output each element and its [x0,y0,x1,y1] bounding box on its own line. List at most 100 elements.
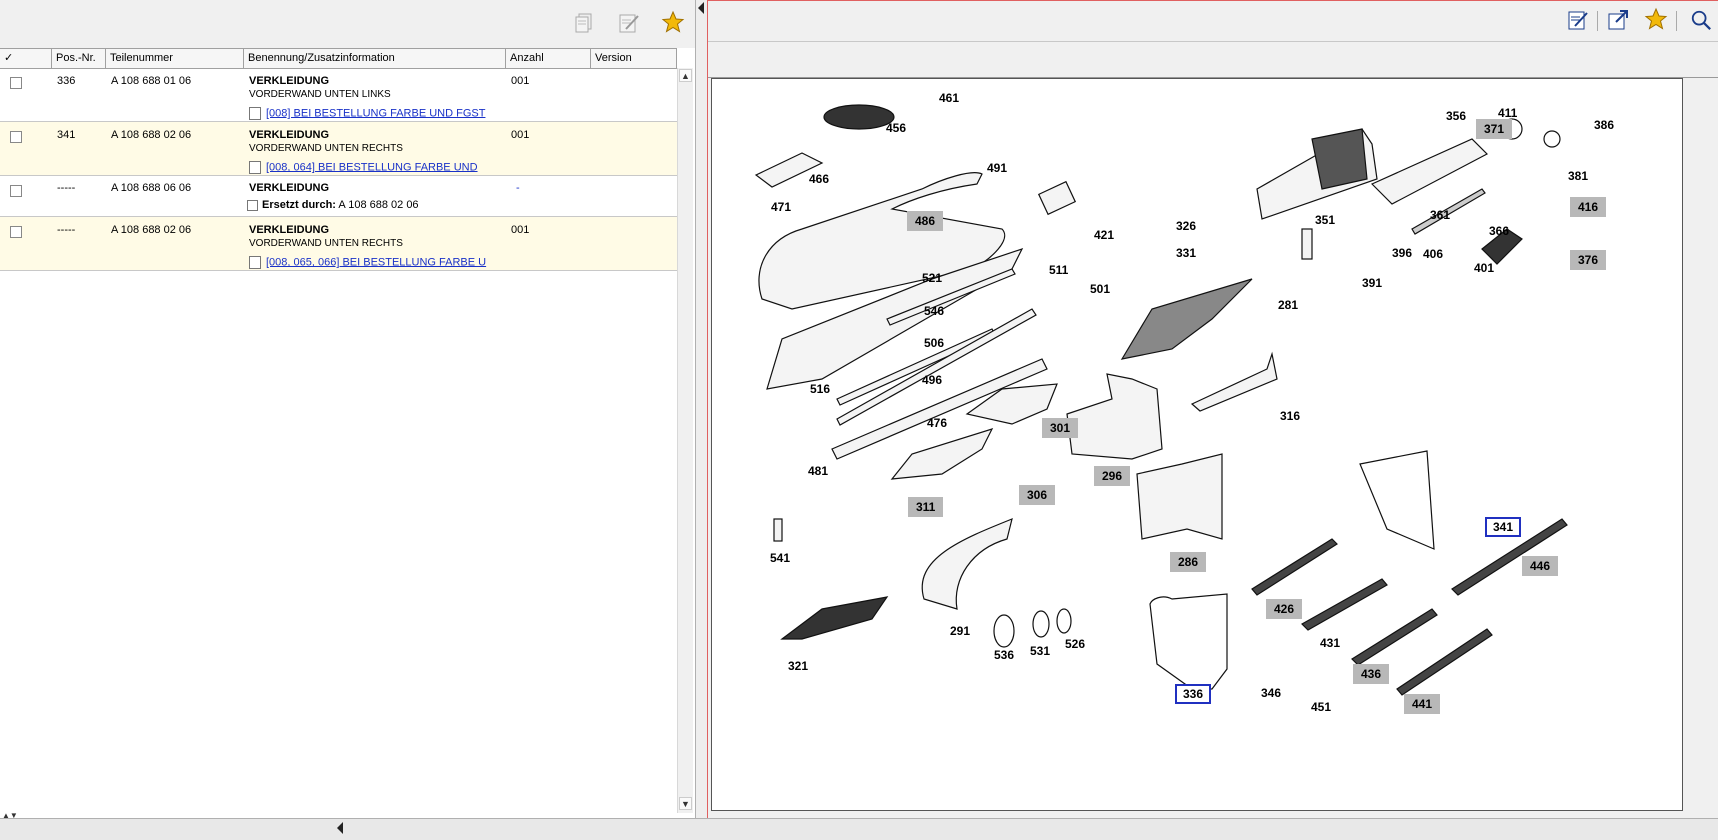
pos-number: 341 [57,129,76,141]
pos-label[interactable]: 476 [927,416,947,430]
table-row[interactable]: 336 A 108 688 01 06 VERKLEIDUNG VORDERWA… [0,68,677,122]
expand-window-button[interactable] [1605,7,1631,33]
table-row[interactable]: ----- A 108 688 06 06 VERKLEIDUNG Ersetz… [0,176,677,217]
pos-label[interactable]: 491 [987,161,1007,175]
note-link[interactable]: [008, 065, 066] BEI BESTELLUNG FARBE U [266,256,486,268]
row-checkbox[interactable] [10,77,22,89]
pos-label[interactable]: 401 [1474,261,1494,275]
pos-label[interactable]: 281 [1278,298,1298,312]
pos-label-highlighted[interactable]: 306 [1019,485,1056,505]
pos-label[interactable]: 326 [1176,219,1196,233]
pos-label-highlighted[interactable]: 416 [1570,197,1607,217]
parts-list-toolbar [0,0,695,48]
pos-label[interactable]: 396 [1392,246,1412,260]
pos-label[interactable]: 466 [809,172,829,186]
drawing-subbar [708,41,1718,78]
pos-label[interactable]: 526 [1065,637,1085,651]
copy-button[interactable] [572,10,598,36]
row-checkbox[interactable] [10,226,22,238]
edit-note-button[interactable] [616,10,642,36]
pos-label-highlighted[interactable]: 371 [1476,119,1513,139]
scroll-up-arrow[interactable]: ▲ [679,69,692,82]
pos-label-highlighted[interactable]: 301 [1042,418,1079,438]
pos-label[interactable]: 516 [810,382,830,396]
pos-label[interactable]: 461 [939,91,959,105]
pos-label-highlighted[interactable]: 436 [1353,664,1390,684]
header-pos[interactable]: Pos.-Nr. [52,49,106,68]
collapse-arrow-icon[interactable] [698,2,704,14]
header-version[interactable]: Version [591,49,677,68]
pos-label-highlighted[interactable]: 286 [1170,552,1207,572]
pos-label-highlighted[interactable]: 311 [908,497,944,517]
note-link[interactable]: [008, 064] BEI BESTELLUNG FARBE UND [266,161,478,173]
pos-label[interactable]: 361 [1430,208,1450,222]
vertical-scrollbar[interactable]: ▲ ▼ [677,68,693,813]
exploded-parts-drawing[interactable]: 461 456 466 491 471 486 521 546 506 496 … [711,78,1683,811]
edit-note-icon [619,14,639,33]
quantity: 001 [511,129,530,141]
pos-label[interactable]: 536 [994,648,1014,662]
pos-label[interactable]: 356 [1446,109,1466,123]
search-button[interactable] [1690,7,1712,33]
replaced-checkbox[interactable] [247,199,258,211]
pos-label[interactable]: 546 [924,304,944,318]
document-icon [249,107,261,120]
pos-label[interactable]: 406 [1423,247,1443,261]
star-icon [661,10,685,33]
pos-label[interactable]: 481 [808,464,828,478]
pos-label-highlighted[interactable]: 296 [1094,466,1131,486]
table-row[interactable]: ----- A 108 688 02 06 VERKLEIDUNG VORDER… [0,217,677,271]
replaced-value: A 108 688 02 06 [338,199,419,211]
note-link[interactable]: [008] BEI BESTELLUNG FARBE UND FGST [266,107,485,119]
part-number: A 108 688 02 06 [111,224,192,236]
pos-label[interactable]: 456 [886,121,906,135]
pos-label[interactable]: 391 [1362,276,1382,290]
pos-label-selected[interactable]: 336 [1175,684,1212,704]
quantity: 001 [511,224,530,236]
pos-label[interactable]: 386 [1594,118,1614,132]
edit-note-button[interactable] [1565,7,1591,33]
row-checkbox[interactable] [10,185,22,197]
pos-number: 336 [57,75,76,87]
pos-label[interactable]: 541 [770,551,790,565]
favorite-button[interactable] [660,9,686,35]
pos-label[interactable]: 381 [1568,169,1588,183]
scroll-down-arrow[interactable]: ▼ [679,797,692,810]
pos-label[interactable]: 366 [1489,224,1509,238]
pos-label[interactable]: 506 [924,336,944,350]
row-checkbox[interactable] [10,131,22,143]
header-quantity[interactable]: Anzahl [506,49,591,68]
pos-label[interactable]: 496 [922,373,942,387]
header-description[interactable]: Benennung/Zusatzinformation [244,49,506,68]
pos-label-highlighted[interactable]: 441 [1404,694,1441,714]
pos-label[interactable]: 291 [950,624,970,638]
favorite-button[interactable] [1643,6,1669,32]
pos-label[interactable]: 351 [1315,213,1335,227]
pos-label[interactable]: 316 [1280,409,1300,423]
header-check[interactable]: ✓ [0,49,52,68]
pos-label[interactable]: 331 [1176,246,1196,260]
part-note: [008] BEI BESTELLUNG FARBE UND FGST [249,107,485,120]
pos-label-highlighted[interactable]: 446 [1522,556,1559,576]
pos-label[interactable]: 451 [1311,700,1331,714]
pos-label[interactable]: 511 [1049,263,1068,277]
pos-label[interactable]: 471 [771,200,791,214]
pos-label[interactable]: 531 [1030,644,1050,658]
pos-label[interactable]: 521 [922,271,942,285]
pos-label[interactable]: 321 [788,659,808,673]
pos-label-selected[interactable]: 341 [1485,517,1522,537]
pos-label-highlighted[interactable]: 486 [907,211,944,231]
header-part-number[interactable]: Teilenummer [106,49,244,68]
pos-label[interactable]: 346 [1261,686,1281,700]
part-info: VORDERWAND UNTEN RECHTS [249,143,403,154]
splitter-arrow-icon[interactable] [337,822,343,834]
pos-label[interactable]: 411 [1498,106,1517,120]
pos-label-highlighted[interactable]: 376 [1570,250,1607,270]
part-note: [008, 065, 066] BEI BESTELLUNG FARBE U [249,256,486,269]
pos-label[interactable]: 421 [1094,228,1114,242]
part-name: VERKLEIDUNG [249,224,330,236]
pos-label[interactable]: 431 [1320,636,1340,650]
pos-label-highlighted[interactable]: 426 [1266,599,1303,619]
table-row[interactable]: 341 A 108 688 02 06 VERKLEIDUNG VORDERWA… [0,122,677,176]
pos-label[interactable]: 501 [1090,282,1110,296]
